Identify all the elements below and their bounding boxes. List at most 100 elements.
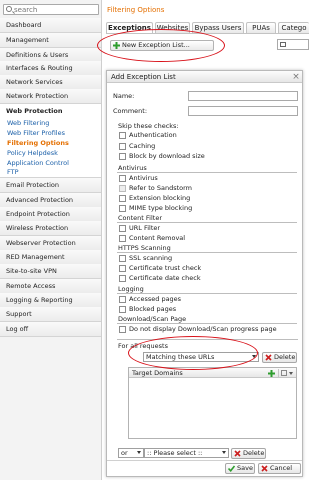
comment-field[interactable] bbox=[188, 106, 298, 116]
nav-management[interactable]: Management bbox=[0, 33, 101, 48]
name-field[interactable] bbox=[188, 91, 298, 101]
nav-site-to-site-vpn[interactable]: Site-to-site VPN bbox=[0, 264, 101, 279]
checkbox-cert-trust-label: Certificate trust check bbox=[129, 264, 202, 272]
nav-advanced-protection[interactable]: Advanced Protection bbox=[0, 193, 101, 208]
chevron-down-icon bbox=[137, 451, 141, 454]
sub-web-filter-profiles[interactable]: Web Filter Profiles bbox=[7, 129, 65, 138]
nav-logging-reporting[interactable]: Logging & Reporting bbox=[0, 293, 101, 308]
checkbox-content-removal[interactable] bbox=[119, 235, 126, 242]
nav-webserver-protection[interactable]: Webserver Protection bbox=[0, 236, 101, 251]
target-domains-label: Target Domains bbox=[132, 369, 183, 377]
delete-x-icon bbox=[265, 354, 272, 361]
logging-section-label: Logging bbox=[118, 285, 144, 293]
checkbox-mime-blocking[interactable] bbox=[119, 205, 126, 212]
antivirus-divider bbox=[117, 172, 297, 173]
sub-filtering-options[interactable]: Filtering Options bbox=[7, 139, 69, 148]
please-select-value: :: Please select :: bbox=[147, 449, 203, 457]
checkbox-antivirus-label: Antivirus bbox=[129, 174, 158, 182]
nav-dashboard[interactable]: Dashboard bbox=[0, 18, 101, 33]
checkmark-icon bbox=[228, 465, 235, 472]
checkbox-cert-date[interactable] bbox=[119, 275, 126, 282]
add-exception-list-dialog: Add Exception List × Name: Comment: Skip… bbox=[106, 70, 303, 477]
content-filter-section-label: Content Filter bbox=[118, 214, 163, 222]
sub-web-filtering[interactable]: Web Filtering bbox=[7, 119, 49, 128]
sub-ftp[interactable]: FTP bbox=[7, 168, 19, 177]
save-button[interactable]: Save bbox=[225, 463, 255, 474]
search-icon bbox=[6, 6, 12, 12]
cancel-button[interactable]: Cancel bbox=[258, 463, 301, 474]
checkbox-accessed-pages-label: Accessed pages bbox=[129, 295, 182, 303]
checkbox-caching[interactable] bbox=[119, 143, 126, 150]
target-domains-box: Target Domains bbox=[128, 367, 297, 439]
delete-button-label: Delete bbox=[274, 353, 296, 361]
nav-red-management[interactable]: RED Management bbox=[0, 250, 101, 265]
annotation-circle-matching-select bbox=[128, 336, 258, 370]
https-divider bbox=[117, 252, 297, 253]
tab-categories[interactable]: Catego bbox=[278, 22, 309, 33]
checkbox-block-download-size-label: Block by download size bbox=[129, 152, 205, 160]
nav-email-protection[interactable]: Email Protection bbox=[0, 178, 101, 193]
sub-policy-helpdesk[interactable]: Policy Helpdesk bbox=[7, 149, 58, 158]
footer-divider bbox=[107, 460, 302, 461]
nav-remote-access[interactable]: Remote Access bbox=[0, 279, 101, 294]
checkbox-url-filter[interactable] bbox=[119, 225, 126, 232]
checkbox-no-download-page-label: Do not display Download/Scan progress pa… bbox=[129, 325, 277, 333]
nav-log-off[interactable]: Log off bbox=[0, 322, 101, 337]
checkbox-no-download-page[interactable] bbox=[119, 326, 126, 333]
nav-network-protection[interactable]: Network Protection bbox=[0, 89, 101, 104]
logging-divider bbox=[117, 293, 297, 294]
delete-button-2-label: Delete bbox=[243, 449, 265, 457]
checkbox-extension-blocking-label: Extension blocking bbox=[129, 194, 191, 202]
skip-checks-label: Skip these checks: bbox=[118, 122, 179, 130]
tab-bypass-users[interactable]: Bypass Users bbox=[192, 22, 244, 33]
checkbox-sandstorm[interactable] bbox=[119, 185, 126, 192]
add-domain-icon[interactable] bbox=[268, 369, 275, 377]
checkbox-content-removal-label: Content Removal bbox=[129, 234, 186, 242]
delete-button-2[interactable]: Delete bbox=[231, 448, 266, 459]
content-filter-divider bbox=[117, 222, 297, 223]
breadcrumb: Filtering Options bbox=[107, 6, 165, 14]
nav-endpoint-protection[interactable]: Endpoint Protection bbox=[0, 207, 101, 222]
checkbox-caching-label: Caching bbox=[129, 142, 156, 150]
checkbox-accessed-pages[interactable] bbox=[119, 296, 126, 303]
checkbox-ssl-scanning[interactable] bbox=[119, 255, 126, 262]
tab-puas[interactable]: PUAs bbox=[246, 22, 276, 33]
checkbox-mime-blocking-label: MIME type blocking bbox=[129, 204, 193, 212]
list-action-icon[interactable] bbox=[281, 370, 287, 376]
download-scan-section-label: Download/Scan Page bbox=[118, 315, 187, 323]
checkbox-blocked-pages[interactable] bbox=[119, 306, 126, 313]
checkbox-extension-blocking[interactable] bbox=[119, 195, 126, 202]
list-view-icon bbox=[280, 42, 286, 47]
annotation-circle-new-button bbox=[97, 29, 225, 62]
please-select-dropdown[interactable]: :: Please select :: bbox=[144, 448, 229, 458]
download-scan-divider bbox=[117, 323, 297, 324]
checkbox-cert-date-label: Certificate date check bbox=[129, 274, 201, 282]
checkbox-cert-trust[interactable] bbox=[119, 265, 126, 272]
nav-wireless-protection[interactable]: Wireless Protection bbox=[0, 221, 101, 236]
nav-interfaces-routing[interactable]: Interfaces & Routing bbox=[0, 61, 101, 76]
cancel-x-icon bbox=[261, 465, 268, 472]
checkbox-block-download-size[interactable] bbox=[119, 153, 126, 160]
view-select[interactable] bbox=[277, 39, 309, 50]
dialog-title: Add Exception List bbox=[107, 71, 302, 83]
checkbox-antivirus[interactable] bbox=[119, 175, 126, 182]
delete-button[interactable]: Delete bbox=[262, 352, 297, 363]
checkbox-authentication[interactable] bbox=[119, 132, 126, 139]
delete-x-icon bbox=[234, 450, 241, 457]
antivirus-section-label: Antivirus bbox=[118, 164, 147, 172]
or-select[interactable]: or bbox=[118, 448, 144, 458]
cancel-button-label: Cancel bbox=[270, 464, 293, 472]
checkbox-sandstorm-label: Refer to Sandstorm bbox=[129, 184, 192, 192]
search-input[interactable] bbox=[14, 5, 98, 14]
checkbox-ssl-scanning-label: SSL scanning bbox=[129, 254, 173, 262]
nav-support[interactable]: Support bbox=[0, 307, 101, 322]
https-section-label: HTTPS Scanning bbox=[118, 244, 171, 252]
comment-label: Comment: bbox=[113, 107, 148, 115]
sidebar: Dashboard Management Definitions & Users… bbox=[0, 0, 102, 480]
close-icon[interactable]: × bbox=[291, 72, 301, 82]
target-domains-header: Target Domains bbox=[129, 368, 296, 378]
search-box[interactable] bbox=[3, 4, 99, 15]
sub-application-control[interactable]: Application Control bbox=[7, 159, 69, 168]
name-label: Name: bbox=[113, 92, 135, 100]
nav-network-services[interactable]: Network Services bbox=[0, 75, 101, 90]
